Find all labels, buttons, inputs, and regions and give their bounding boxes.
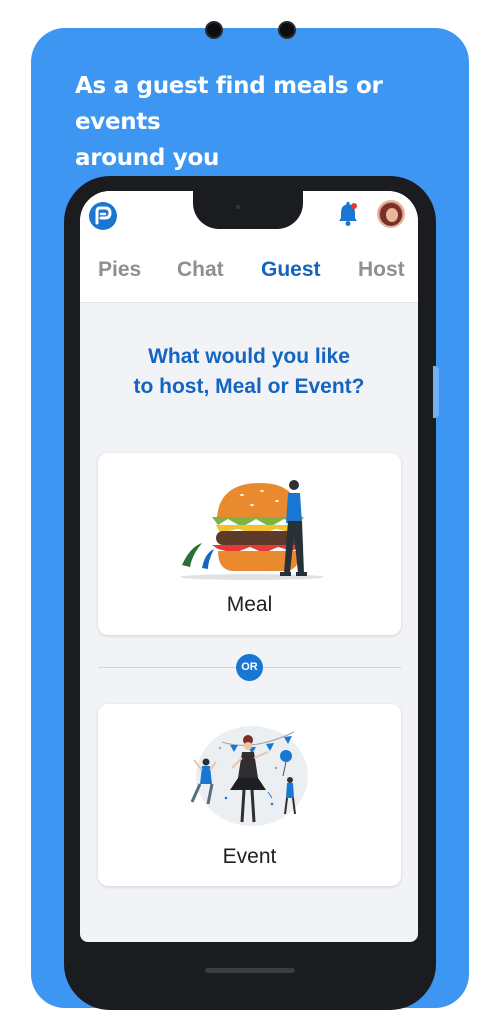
avatar-face	[386, 208, 398, 222]
front-camera-left	[205, 21, 223, 39]
tab-guest[interactable]: Guest	[261, 258, 321, 282]
headline-line-1: As a guest find meals or events	[75, 73, 383, 135]
headline-line-2: around you	[75, 145, 220, 171]
phone-notch	[193, 185, 303, 229]
question-line-2: to host, Meal or Event?	[133, 375, 365, 398]
bell-icon[interactable]	[337, 201, 359, 227]
meal-label: Meal	[226, 593, 273, 616]
event-option-card[interactable]: Event	[98, 704, 401, 886]
home-indicator[interactable]	[205, 968, 295, 973]
page-question: What would you like to host, Meal or Eve…	[80, 342, 418, 402]
question-line-1: What would you like	[148, 345, 350, 368]
tab-pies[interactable]: Pies	[98, 258, 141, 282]
earpiece	[236, 205, 240, 209]
phone-side-button	[433, 366, 439, 418]
burger-illustration	[180, 480, 324, 580]
event-label: Event	[222, 845, 277, 868]
promo-headline: As a guest find meals or events around y…	[75, 68, 475, 176]
app-logo-icon[interactable]	[88, 201, 118, 231]
tab-host[interactable]: Host	[358, 258, 405, 282]
avatar[interactable]	[377, 200, 405, 228]
front-camera-right	[278, 21, 296, 39]
meal-option-card[interactable]: Meal	[98, 453, 401, 635]
tab-chat[interactable]: Chat	[177, 258, 224, 282]
or-badge: OR	[236, 654, 263, 681]
party-illustration	[190, 726, 308, 826]
